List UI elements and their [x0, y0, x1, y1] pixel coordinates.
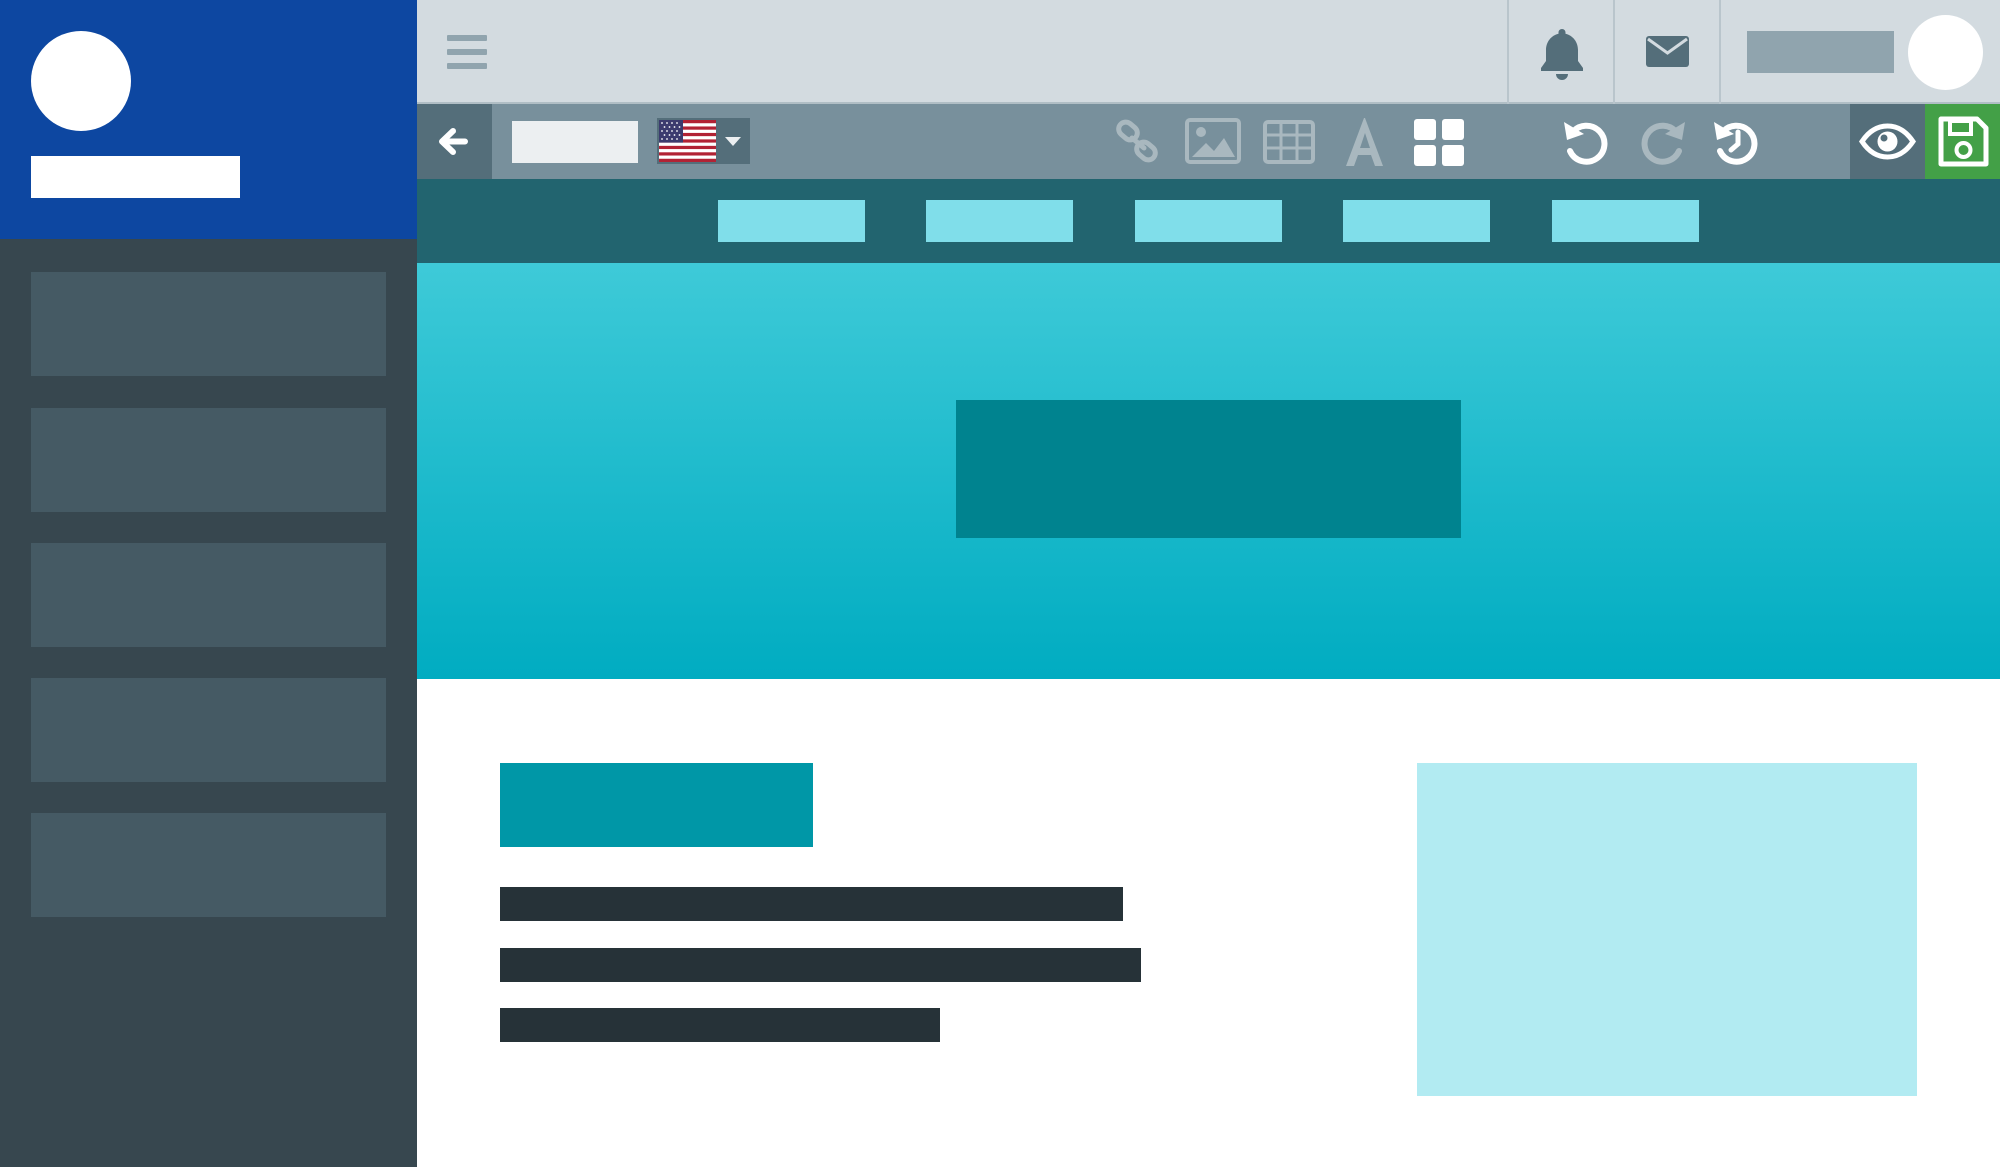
divider: [1507, 0, 1509, 104]
site-nav-link[interactable]: [926, 200, 1073, 242]
sidebar-item[interactable]: [31, 813, 386, 917]
blocks-icon[interactable]: [1411, 114, 1467, 170]
messages-button[interactable]: [1615, 0, 1719, 104]
envelope-icon: [1646, 36, 1689, 67]
site-nav-link[interactable]: [1343, 200, 1490, 242]
avatar[interactable]: [1908, 15, 1983, 90]
section-heading: [500, 763, 813, 847]
image-placeholder[interactable]: [1417, 763, 1917, 1096]
paragraph-line: [500, 887, 1123, 921]
divider: [1719, 0, 1721, 104]
avatar[interactable]: [31, 31, 131, 131]
sidebar-item[interactable]: [31, 543, 386, 647]
sidebar-item[interactable]: [31, 272, 386, 376]
preview-button[interactable]: [1850, 104, 1925, 179]
page-name-field[interactable]: [512, 121, 638, 163]
hamburger-icon[interactable]: [447, 35, 487, 69]
back-button[interactable]: [417, 104, 492, 179]
arrow-left-icon: [439, 128, 468, 155]
link-icon[interactable]: [1110, 114, 1166, 170]
save-button[interactable]: [1925, 104, 2000, 179]
table-icon[interactable]: [1261, 114, 1317, 170]
sidebar-item[interactable]: [31, 678, 386, 782]
us-flag-icon: [659, 120, 716, 162]
sidebar-item[interactable]: [31, 408, 386, 512]
paragraph-line: [500, 948, 1141, 982]
site-nav-link[interactable]: [1552, 200, 1699, 242]
notifications-button[interactable]: [1510, 0, 1614, 104]
sidebar-user-name: [31, 156, 240, 198]
user-name[interactable]: [1747, 31, 1894, 73]
eye-icon: [1858, 123, 1917, 160]
bell-icon: [1541, 29, 1583, 80]
paragraph-line: [500, 1008, 940, 1042]
site-nav-link[interactable]: [718, 200, 865, 242]
chevron-down-icon[interactable]: [718, 120, 748, 162]
site-nav-link[interactable]: [1135, 200, 1282, 242]
history-icon[interactable]: [1709, 114, 1765, 170]
image-icon[interactable]: [1185, 114, 1241, 170]
hero-cta-button[interactable]: [956, 400, 1461, 538]
font-icon[interactable]: [1336, 114, 1392, 170]
undo-icon[interactable]: [1559, 114, 1615, 170]
redo-icon[interactable]: [1634, 114, 1690, 170]
floppy-disk-icon: [1938, 116, 1989, 167]
